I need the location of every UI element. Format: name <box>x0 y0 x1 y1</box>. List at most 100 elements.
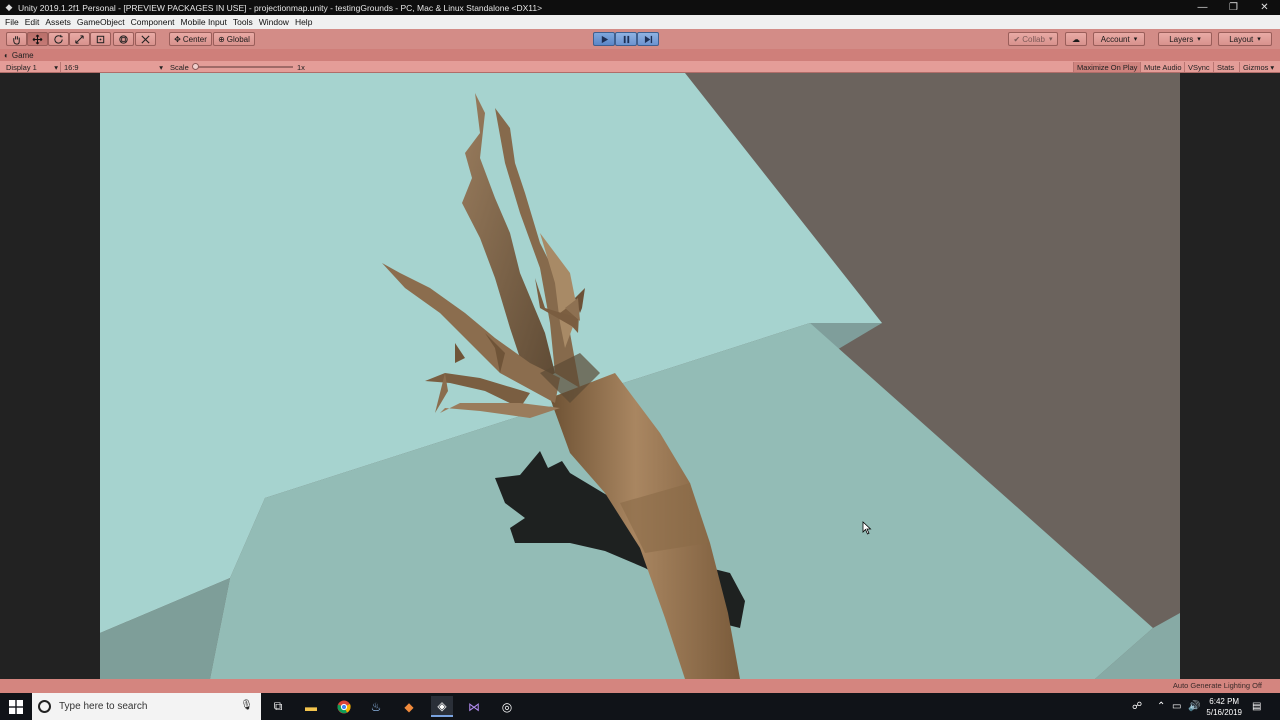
layout-label: Layout <box>1229 34 1254 44</box>
menu-window[interactable]: Window <box>256 17 292 27</box>
menu-tools[interactable]: Tools <box>230 17 256 27</box>
layers-dropdown[interactable]: Layers <box>1158 32 1212 46</box>
space-global-label: Global <box>226 34 250 44</box>
pause-button[interactable] <box>615 32 637 46</box>
menu-assets[interactable]: Assets <box>42 17 74 27</box>
custom-tool-button[interactable] <box>135 32 156 46</box>
mute-audio-toggle[interactable]: Mute Audio <box>1140 62 1185 72</box>
layout-dropdown[interactable]: Layout <box>1218 32 1272 46</box>
account-dropdown[interactable]: Account <box>1093 32 1145 46</box>
play-button[interactable] <box>593 32 615 46</box>
aspect-label: 16:9 <box>64 62 79 72</box>
transform-tool-button[interactable] <box>113 32 134 46</box>
space-global-toggle[interactable]: ⊕ Global <box>213 32 255 46</box>
check-icon: ✔ <box>1013 34 1021 44</box>
windows-logo-icon <box>9 699 23 714</box>
window-controls: — ❐ ✕ <box>1187 0 1280 15</box>
unity-logo-icon: ◆ <box>5 2 13 12</box>
collab-dropdown[interactable]: ✔ Collab <box>1008 32 1058 46</box>
taskbar-search-box[interactable]: Type here to search 🎙 <box>32 693 261 720</box>
sourcetree-icon[interactable]: ◆ <box>398 696 420 717</box>
dropdown-arrow-icon: ▾ <box>1270 62 1275 72</box>
game-viewport[interactable] <box>100 73 1180 679</box>
status-bar: Auto Generate Lighting Off <box>0 679 1280 693</box>
taskbar-clock[interactable]: 6:42 PM 5/16/2019 <box>1206 696 1242 718</box>
visual-studio-icon[interactable]: ⋈ <box>463 696 485 717</box>
file-explorer-icon[interactable]: ▬ <box>300 696 322 717</box>
restore-button[interactable]: ❐ <box>1218 0 1249 15</box>
step-button[interactable] <box>637 32 659 46</box>
menu-gameobject[interactable]: GameObject <box>74 17 128 27</box>
stats-toggle[interactable]: Stats <box>1213 62 1237 72</box>
cloud-button[interactable]: ☁ <box>1065 32 1087 46</box>
network-icon[interactable]: ▭ <box>1172 693 1181 720</box>
scale-value: 1x <box>297 62 305 72</box>
game-view-tab[interactable]: ◐ Game <box>0 49 1280 61</box>
rect-tool-button[interactable] <box>90 32 111 46</box>
action-center-icon[interactable]: ▤ <box>1252 693 1261 720</box>
move-tool-button[interactable] <box>27 32 48 46</box>
cloud-icon: ☁ <box>1072 34 1080 44</box>
aspect-dropdown[interactable]: 16:9 ▾ <box>60 62 166 72</box>
display-dropdown[interactable]: Display 1 ▾ <box>6 62 58 72</box>
menu-help[interactable]: Help <box>292 17 315 27</box>
rect-transform-icon <box>96 35 105 43</box>
play-icon <box>601 35 608 43</box>
custom-tools-icon <box>141 34 150 44</box>
people-icon[interactable]: ☍ <box>1132 693 1142 720</box>
globe-icon: ⊕ <box>218 34 225 44</box>
windows-taskbar: Type here to search 🎙 ⧉ ▬ ♨ ◆ ◈ ⋈ ◎ ☍ ⌃ … <box>0 693 1280 720</box>
start-button[interactable] <box>0 693 32 720</box>
step-icon <box>644 35 652 43</box>
task-view-icon[interactable]: ⧉ <box>267 696 289 717</box>
minimize-button[interactable]: — <box>1187 0 1218 15</box>
status-text: Auto Generate Lighting Off <box>1172 681 1262 690</box>
game-tab-label: Game <box>11 50 34 60</box>
transform-icon <box>119 34 128 44</box>
pivot-center-icon: ✥ <box>174 34 181 44</box>
scale-label: Scale <box>170 62 189 72</box>
hand-tool-button[interactable] <box>6 32 27 46</box>
pivot-center-label: Center <box>182 34 207 44</box>
game-view-controls: Display 1 ▾ 16:9 ▾ Scale 1x Maximize On … <box>0 61 1280 73</box>
menu-file[interactable]: File <box>2 17 22 27</box>
maximize-on-play-toggle[interactable]: Maximize On Play <box>1073 62 1141 72</box>
layers-label: Layers <box>1169 34 1194 44</box>
display-label: Display 1 <box>6 62 37 72</box>
chrome-icon[interactable] <box>333 696 355 717</box>
close-button[interactable]: ✕ <box>1249 0 1280 15</box>
account-label: Account <box>1100 34 1130 44</box>
gizmos-dropdown[interactable]: Gizmos ▾ <box>1239 62 1277 72</box>
volume-icon[interactable]: 🔊 <box>1188 693 1200 720</box>
dropdown-arrow-icon: ▾ <box>54 62 58 72</box>
scale-slider-handle[interactable] <box>192 63 199 70</box>
main-toolbar: ✥ Center ⊕ Global ✔ Collab ☁ Account Lay… <box>0 29 1280 49</box>
game-scene <box>100 73 1180 679</box>
scale-tool-button[interactable] <box>69 32 90 46</box>
clock-date: 5/16/2019 <box>1206 708 1242 717</box>
menu-bar: File Edit Assets GameObject Component Mo… <box>0 15 1280 29</box>
menu-component[interactable]: Component <box>128 17 178 27</box>
dropdown-arrow-icon: ▾ <box>159 62 163 72</box>
scale-slider-track[interactable] <box>195 66 293 68</box>
vsync-toggle[interactable]: VSync <box>1184 62 1213 72</box>
rotate-tool-button[interactable] <box>48 32 69 46</box>
pivot-center-toggle[interactable]: ✥ Center <box>169 32 212 46</box>
scale-icon <box>75 34 84 44</box>
tray-chevron-icon[interactable]: ⌃ <box>1157 693 1165 720</box>
unity-hub-icon[interactable]: ◎ <box>496 696 518 717</box>
window-title-bar: ◆ Unity 2019.1.2f1 Personal - [PREVIEW P… <box>0 0 1280 15</box>
move-arrows-icon <box>32 34 43 44</box>
menu-edit[interactable]: Edit <box>22 17 43 27</box>
window-title: Unity 2019.1.2f1 Personal - [PREVIEW PAC… <box>18 2 543 13</box>
cortana-icon <box>38 700 51 713</box>
mouse-cursor-icon <box>862 521 872 535</box>
search-placeholder: Type here to search <box>59 701 148 712</box>
chrome-logo-icon <box>337 700 351 713</box>
rotate-icon <box>54 34 63 44</box>
hand-icon <box>13 35 20 45</box>
microphone-icon[interactable]: 🎙 <box>240 700 253 711</box>
menu-mobile-input[interactable]: Mobile Input <box>178 17 230 27</box>
steam-icon[interactable]: ♨ <box>365 696 387 717</box>
unity-taskbar-icon[interactable]: ◈ <box>431 696 453 717</box>
